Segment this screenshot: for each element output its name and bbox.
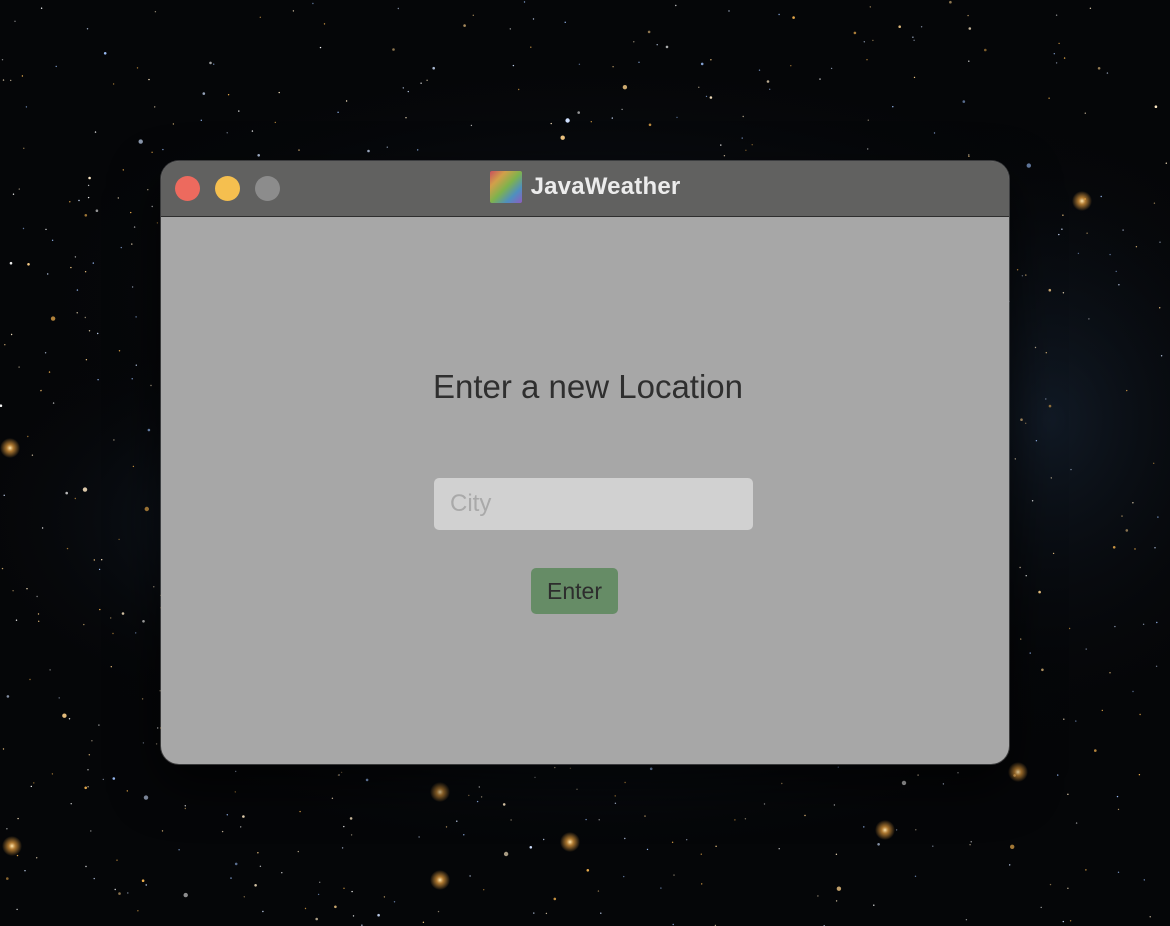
enter-button[interactable]: Enter <box>531 568 618 614</box>
window-title-group: JavaWeather <box>161 170 1009 204</box>
app-icon <box>489 171 522 203</box>
city-input[interactable] <box>434 478 753 530</box>
page-heading: Enter a new Location <box>432 368 744 405</box>
window-title: JavaWeather <box>530 173 681 200</box>
app-window: JavaWeather Enter a new Location Enter <box>161 161 1009 764</box>
window-content: Enter a new Location Enter <box>161 217 1009 764</box>
title-bar[interactable]: JavaWeather <box>161 161 1009 217</box>
